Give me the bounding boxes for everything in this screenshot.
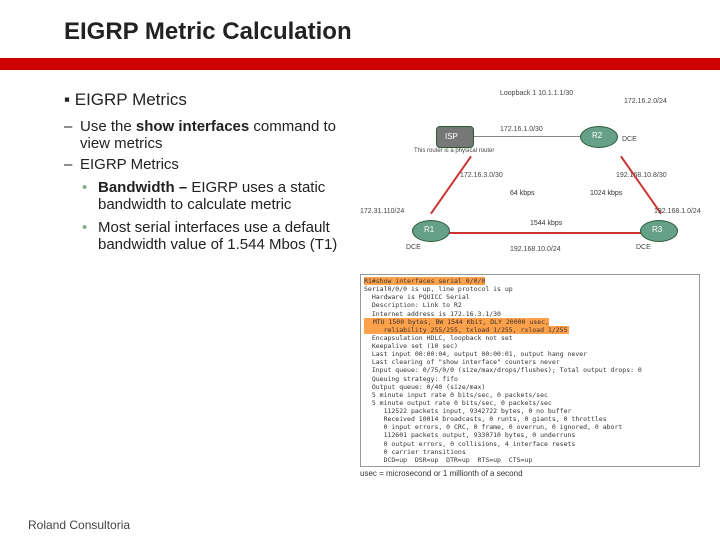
- cli-l14: 112522 packets input, 9342722 bytes, 0 n…: [364, 407, 571, 415]
- cli-l6: Keepalive set (10 sec): [364, 342, 458, 350]
- label-dce-r2: DCE: [622, 136, 637, 143]
- cli-l15: Received 10014 broadcasts, 0 runts, 0 gi…: [364, 415, 607, 423]
- label-dce-r3: DCE: [636, 244, 651, 251]
- label-17216-30: 172.16.3.0/30: [460, 172, 503, 179]
- cli-l12: 5 minute input rate 0 bits/sec, 0 packet…: [364, 391, 548, 399]
- network-diagram: Loopback 1 10.1.1.1/30 172.16.2.0/24 ISP…: [360, 90, 700, 270]
- link-r2-r1: [430, 156, 472, 214]
- footer-text: Roland Consultoria: [28, 518, 130, 532]
- b1-bold: show interfaces: [136, 118, 249, 135]
- cli-footnote: usec = microsecond or 1 millionth of a s…: [360, 469, 700, 478]
- cli-l16: 0 input errors, 0 CRC, 0 frame, 0 overru…: [364, 423, 622, 431]
- label-dce-r1: DCE: [406, 244, 421, 251]
- bw-1544: 1544 kbps: [530, 220, 562, 227]
- accent-bar: [0, 58, 720, 70]
- text-column: EIGRP Metrics Use the show interfaces co…: [64, 90, 360, 478]
- label-r3: R3: [652, 225, 662, 234]
- cli-cmd: R1#show interfaces serial 0/0/0: [364, 277, 485, 285]
- cli-l11: Output queue: 0/40 (size/max): [364, 383, 485, 391]
- cli-output: R1#show interfaces serial 0/0/0 Serial0/…: [360, 274, 700, 467]
- figure-column: Loopback 1 10.1.1.1/30 172.16.2.0/24 ISP…: [360, 90, 700, 478]
- cli-l13: 5 minute output rate 0 bits/sec, 0 packe…: [364, 399, 552, 407]
- label-17216-10: 172.16.1.0/30: [500, 126, 543, 133]
- label-r2: R2: [592, 131, 602, 140]
- cli-l2: Hardware is PQUICC Serial: [364, 293, 470, 301]
- section-heading: EIGRP Metrics: [64, 90, 348, 110]
- label-isp: ISP: [445, 132, 458, 141]
- cli-l7: Last input 00:00:04, output 00:00:01, ou…: [364, 350, 587, 358]
- cli-l17: 112601 packets output, 9330710 bytes, 0 …: [364, 431, 575, 439]
- cli-l18: 0 output errors, 0 collisions, 4 interfa…: [364, 440, 575, 448]
- label-19216810-8: 192.168.10.8/30: [616, 172, 667, 179]
- slide-title: EIGRP Metric Calculation: [0, 18, 720, 46]
- label-bgp-note: This router is a physical router: [414, 148, 494, 154]
- bw-1024: 1024 kbps: [590, 190, 622, 197]
- link-r2-r3: [620, 156, 662, 214]
- cli-l3: Description: Link to R2: [364, 301, 462, 309]
- label-r1: R1: [424, 225, 434, 234]
- cli-l10: Queuing strategy: fifo: [364, 375, 458, 383]
- label-loopback: Loopback 1 10.1.1.1/30: [500, 90, 573, 97]
- sub-serial: Most serial interfaces use a default ban…: [98, 219, 348, 253]
- bw-64: 64 kbps: [510, 190, 535, 197]
- label-19216810: 192.168.1.0/24: [654, 208, 701, 215]
- cli-l4: Internet address is 172.16.3.1/30: [364, 310, 501, 318]
- cli-l9: Input queue: 0/75/0/0 (size/max/drops/fl…: [364, 366, 642, 374]
- bullet-eigrp-metrics: EIGRP Metrics: [80, 156, 348, 173]
- cli-l1: Serial0/0/0 is up, line protocol is up: [364, 285, 513, 293]
- cli-highlight: MTU 1500 bytes, BW 1544 Kbit, DLY 20000 …: [364, 318, 569, 334]
- link-r1-r3: [448, 232, 648, 234]
- link-isp-r2: [474, 136, 580, 137]
- b1-prefix: Use the: [80, 118, 132, 135]
- cli-l19: 0 carrier transitions: [364, 448, 466, 456]
- sub-bandwidth: Bandwidth – EIGRP uses a static bandwidt…: [98, 179, 348, 213]
- s1-bold: Bandwidth –: [98, 179, 187, 196]
- label-19216810-4: 192.168.10.0/24: [510, 246, 561, 253]
- label-17216-2: 172.16.2.0/24: [624, 98, 667, 105]
- cli-l8: Last clearing of "show interface" counte…: [364, 358, 560, 366]
- label-17231: 172.31.110/24: [360, 208, 404, 215]
- cli-l5: Encapsulation HDLC, loopback not set: [364, 334, 513, 342]
- cli-l20: DCD=up DSR=up DTR=up RTS=up CTS=up: [364, 456, 532, 464]
- bullet-show-interfaces: Use the show interfaces command to view …: [80, 118, 348, 152]
